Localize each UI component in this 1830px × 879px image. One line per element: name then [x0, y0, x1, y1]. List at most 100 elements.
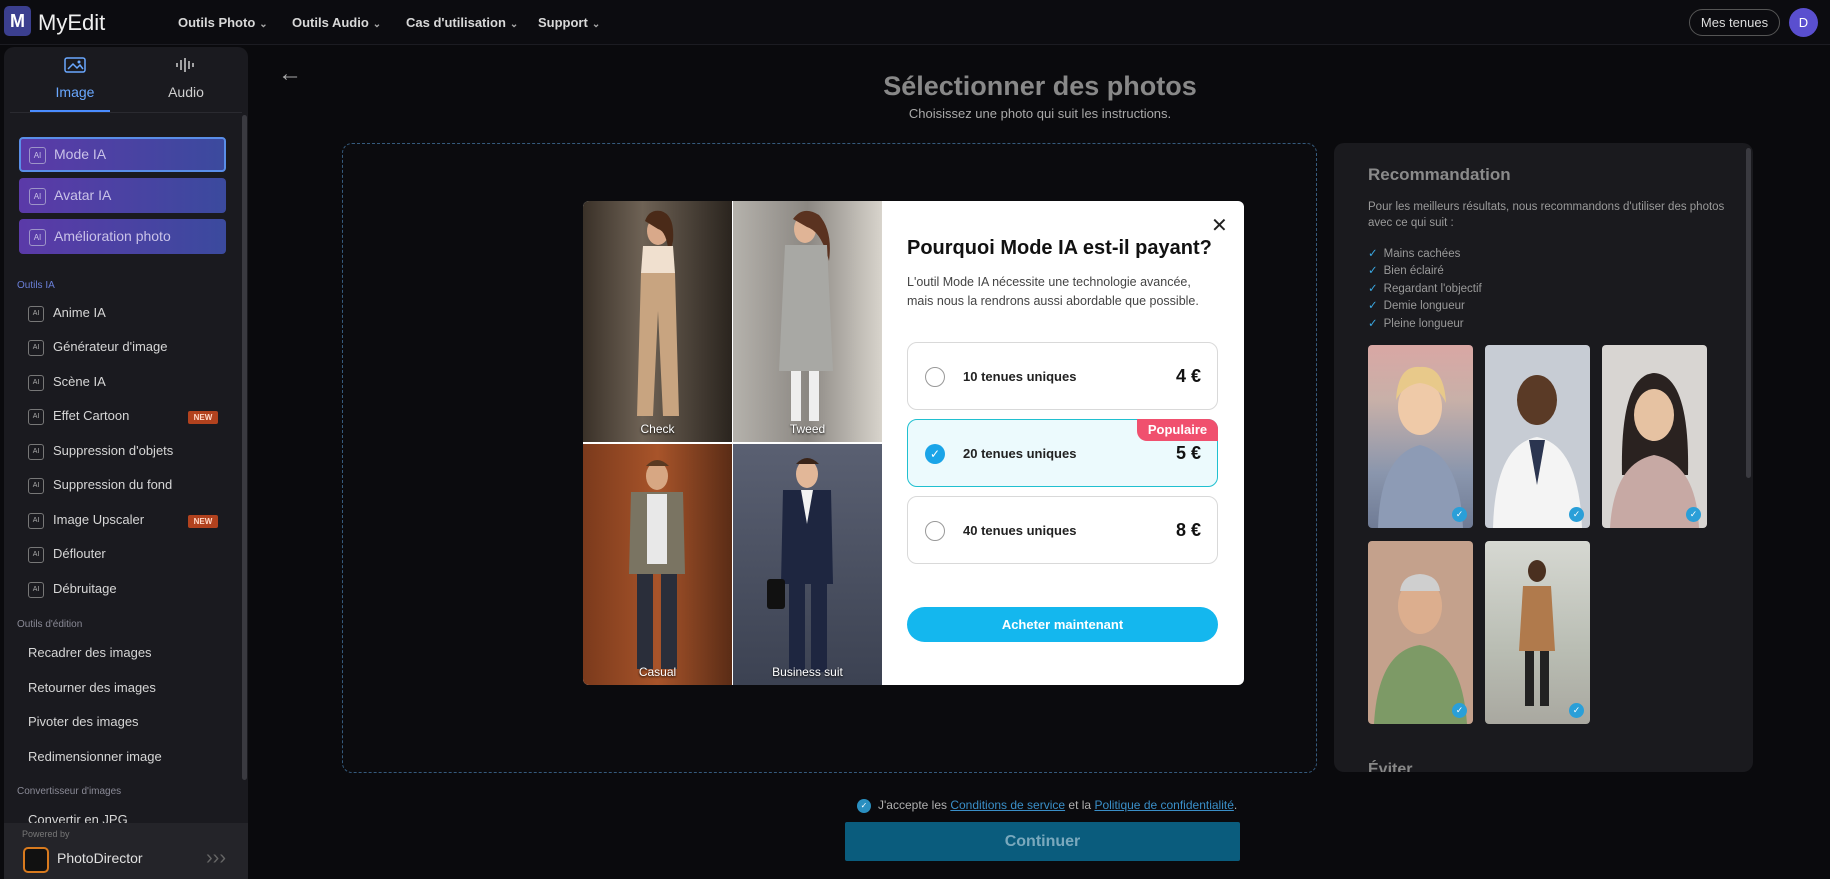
ai-icon: AI: [28, 374, 44, 391]
sidebar-item-label: Anime IA: [53, 305, 106, 320]
section-outils-ia: Outils IA: [17, 280, 55, 291]
page-title: Sélectionner des photos: [883, 71, 1197, 101]
ai-icon: AI: [29, 146, 46, 164]
nav-outils-photo[interactable]: Outils Photo ⌄: [178, 15, 268, 30]
sidebar-item-label: Amélioration photo: [54, 228, 171, 244]
new-badge: NEW: [188, 411, 218, 424]
sidebar-item-suppression-fond[interactable]: AI Suppression du fond: [28, 477, 172, 494]
buy-now-button[interactable]: Acheter maintenant: [907, 607, 1218, 642]
powered-by-panel[interactable]: Powered by PhotoDirector ›››: [4, 823, 248, 879]
consent-checkbox[interactable]: ✓: [857, 798, 871, 813]
terms-link[interactable]: Conditions de service: [950, 798, 1065, 812]
check-icon: ✓: [1368, 317, 1378, 330]
sidebar-item-effet-cartoon[interactable]: AI Effet Cartoon: [28, 408, 129, 425]
recommendation-text: Pour les meilleurs résultats, nous recom…: [1368, 201, 1725, 229]
sidebar-item-avatar-ia[interactable]: AI Avatar IA: [19, 178, 226, 213]
paywall-modal: Check Tweed Casual Business suit ✕ Pourq…: [583, 201, 1244, 685]
consent-row: ✓ J'accepte les Conditions de service et …: [857, 798, 1237, 813]
app-name[interactable]: MyEdit: [38, 10, 105, 36]
sidebar-item-label: Image Upscaler: [53, 512, 145, 527]
nav-outils-audio[interactable]: Outils Audio ⌄: [292, 15, 381, 30]
ai-icon: AI: [28, 408, 44, 425]
photodirector-name: PhotoDirector: [57, 850, 143, 866]
sidebar-item-suppression-objets[interactable]: AI Suppression d'objets: [28, 443, 173, 460]
sidebar-item-label: Suppression du fond: [53, 477, 173, 492]
mes-tenues-button[interactable]: Mes tenues: [1689, 9, 1780, 36]
list-item-label: Regardant l'objectif: [1383, 282, 1482, 295]
sidebar-item-amelioration-photo[interactable]: AI Amélioration photo: [19, 219, 226, 254]
sidebar-item-deflouter[interactable]: AI Déflouter: [28, 546, 106, 563]
chevron-down-icon: ⌄: [591, 19, 601, 30]
sidebar-item-image-upscaler[interactable]: AI Image Upscaler: [28, 512, 144, 529]
check-icon: ✓: [1368, 282, 1378, 295]
list-item: ✓ Bien éclairé: [1368, 263, 1482, 280]
plan-price: 8 €: [1175, 520, 1201, 540]
privacy-link[interactable]: Politique de confidentialité: [1094, 798, 1233, 812]
plan-option-20[interactable]: ✓ 20 tenues uniques 5 € Populaire: [907, 419, 1218, 487]
plan-label: 10 tenues uniques: [963, 369, 1077, 384]
sidebar-item-anime-ia[interactable]: AI Anime IA: [28, 305, 106, 322]
ai-icon: AI: [28, 512, 44, 529]
image-caption: Business suit: [772, 665, 843, 679]
sidebar: Image Audio AI Mode IA AI Avatar IA AI Amél…: [4, 47, 248, 879]
photodirector-logo-icon: [23, 847, 49, 873]
sidebar-item-scene-ia[interactable]: AI Scène IA: [28, 374, 106, 391]
sidebar-item-label: Mode IA: [54, 146, 107, 162]
check-icon: ✓: [1569, 703, 1584, 718]
sidebar-item-redimensionner[interactable]: Redimensionner image: [28, 749, 162, 764]
example-photo: ✓: [1368, 345, 1473, 528]
new-badge: NEW: [188, 515, 218, 528]
plan-label: 20 tenues uniques: [963, 446, 1077, 461]
outfit-image-tweed: Tweed: [733, 201, 882, 442]
check-icon: ✓: [1452, 507, 1467, 522]
list-item-label: Demie longueur: [1383, 300, 1465, 313]
section-outils-edition: Outils d'édition: [17, 619, 83, 630]
sidebar-item-label: Déflouter: [53, 546, 106, 561]
ai-icon: AI: [29, 187, 46, 205]
recommendation-title: Recommandation: [1368, 165, 1511, 184]
sidebar-item-recadrer[interactable]: Recadrer des images: [28, 645, 152, 660]
nav-cas-utilisation[interactable]: Cas d'utilisation ⌄: [406, 15, 518, 30]
list-item-label: Mains cachées: [1383, 248, 1461, 260]
outfit-image-check: Check: [583, 201, 732, 442]
plan-option-10[interactable]: 10 tenues uniques 4 €: [907, 342, 1218, 410]
ai-icon: AI: [28, 443, 44, 460]
check-icon: ✓: [1368, 248, 1378, 260]
avoid-title: Éviter: [1368, 761, 1413, 772]
check-icon: ✓: [1686, 507, 1701, 522]
close-icon[interactable]: ✕: [1211, 213, 1228, 238]
sidebar-item-label: Générateur d'image: [53, 339, 168, 354]
recommendation-scrollbar[interactable]: [1746, 148, 1751, 478]
sidebar-item-label: Suppression d'objets: [53, 443, 174, 458]
sidebar-item-debruitage[interactable]: AI Débruitage: [28, 581, 117, 598]
sidebar-item-retourner[interactable]: Retourner des images: [28, 680, 156, 695]
plan-option-40[interactable]: 40 tenues uniques 8 €: [907, 496, 1218, 564]
sidebar-item-mode-ia[interactable]: AI Mode IA: [19, 137, 226, 172]
radio-button[interactable]: [925, 521, 945, 541]
consent-text: J'accepte les: [878, 798, 947, 812]
sidebar-item-label: Effet Cartoon: [53, 408, 130, 423]
continue-button[interactable]: Continuer: [845, 822, 1240, 861]
list-item: ✓ Regardant l'objectif: [1368, 281, 1482, 298]
radio-button[interactable]: [925, 367, 945, 387]
ai-icon: AI: [28, 305, 44, 322]
page-subtitle: Choisissez une photo qui suit les instru…: [908, 106, 1172, 121]
nav-support[interactable]: Support ⌄: [538, 15, 600, 30]
check-icon: ✓: [1368, 300, 1378, 313]
radio-checked-icon[interactable]: ✓: [925, 444, 945, 464]
example-photo: ✓: [1485, 541, 1590, 724]
top-navigation: M MyEdit Outils Photo ⌄ Outils Audio ⌄ Cas…: [0, 0, 1830, 45]
recommendation-panel: Recommandation Pour les meilleurs résult…: [1334, 143, 1753, 772]
myedit-logo-icon[interactable]: M: [4, 6, 31, 36]
avatar[interactable]: D: [1789, 8, 1818, 37]
image-caption: Check: [640, 422, 675, 436]
nav-label: Outils Audio: [292, 15, 369, 30]
modal-description: L'outil Mode IA nécessite une technologi…: [907, 275, 1199, 308]
double-chevron-right-icon: ›››: [206, 847, 226, 869]
consent-text: .: [1233, 798, 1238, 812]
sidebar-scrollbar[interactable]: [242, 115, 247, 780]
plan-price: 5 €: [1175, 443, 1201, 463]
sidebar-item-pivoter[interactable]: Pivoter des images: [28, 714, 139, 729]
sidebar-item-generateur-image[interactable]: AI Générateur d'image: [28, 339, 168, 356]
chevron-down-icon: ⌄: [372, 19, 382, 30]
